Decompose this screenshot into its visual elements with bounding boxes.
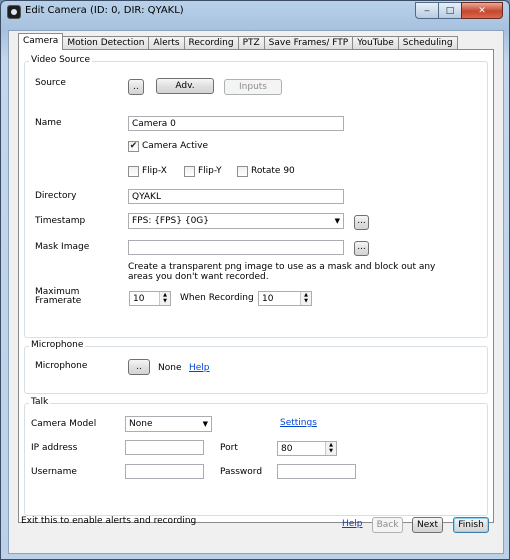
rotate-90-label: Rotate 90 [251, 166, 295, 176]
microphone-group: Microphone Microphone .. None Help [24, 340, 488, 394]
maximize-icon: □ [445, 5, 455, 16]
flip-y-label: Flip-Y [198, 166, 222, 176]
tab-motion-detection[interactable]: Motion Detection [62, 36, 150, 50]
window-controls: ‒ □ ✕ [415, 2, 503, 19]
close-icon: ✕ [478, 5, 486, 16]
name-field[interactable]: Camera 0 [128, 116, 344, 131]
dropdown-arrow-icon: ▼ [202, 420, 208, 428]
minimize-button[interactable]: ‒ [415, 2, 439, 19]
camera-active-label: Camera Active [142, 141, 209, 151]
tab-save-frames-ftp[interactable]: Save Frames/ FTP [263, 36, 354, 50]
source-browse-button[interactable]: .. [128, 79, 144, 95]
tab-youtube[interactable]: YouTube [352, 36, 399, 50]
microphone-browse-button[interactable]: .. [128, 359, 150, 375]
spinner-arrows-icon[interactable]: ▲ ▼ [300, 292, 311, 305]
tab-bar: Camera Motion Detection Alerts Recording… [18, 33, 458, 50]
mask-image-label: Mask Image [35, 242, 90, 252]
tab-scheduling[interactable]: Scheduling [397, 36, 458, 50]
adv-button[interactable]: Adv. [156, 78, 214, 94]
port-label: Port [220, 443, 238, 453]
flip-x-label: Flip-X [142, 166, 167, 176]
next-button[interactable]: Next [412, 517, 443, 533]
directory-field[interactable]: QYAKL [128, 189, 344, 204]
camera-model-value: None [129, 419, 153, 429]
max-framerate-label: Maximum Framerate [35, 287, 82, 306]
back-button[interactable]: Back [372, 517, 403, 533]
when-recording-value: 10 [262, 294, 274, 304]
checkmark-icon: ✔ [129, 141, 138, 151]
camera-active-checkbox[interactable]: ✔ [128, 141, 139, 152]
port-value: 80 [281, 444, 293, 454]
port-spinner[interactable]: 80 ▲ ▼ [277, 441, 337, 456]
camera-model-dropdown[interactable]: None ▼ [125, 416, 212, 432]
timestamp-dropdown[interactable]: FPS: {FPS} {0G} ▼ [128, 213, 344, 229]
tab-recording[interactable]: Recording [183, 36, 239, 50]
camera-tab-panel: Video Source Source .. Adv. Inputs Name … [18, 49, 494, 523]
tab-ptz[interactable]: PTZ [237, 36, 265, 50]
mask-browse-button[interactable]: ... [354, 241, 369, 256]
talk-group: Talk Camera Model None ▼ Settings IP add… [24, 397, 488, 516]
mask-image-field[interactable] [128, 240, 344, 255]
timestamp-label: Timestamp [35, 216, 86, 226]
camera-app-icon [7, 5, 21, 19]
ip-address-label: IP address [31, 443, 78, 453]
video-source-title: Video Source [29, 55, 92, 65]
dropdown-arrow-icon: ▼ [334, 217, 340, 225]
name-label: Name [35, 118, 62, 128]
rotate-90-checkbox[interactable] [237, 166, 248, 177]
ip-address-field[interactable] [125, 440, 204, 455]
video-source-group: Video Source Source .. Adv. Inputs Name … [24, 55, 488, 338]
password-label: Password [220, 467, 263, 477]
microphone-help-link[interactable]: Help [189, 363, 210, 373]
directory-label: Directory [35, 191, 77, 201]
microphone-value: None [158, 363, 182, 373]
finish-button[interactable]: Finish [453, 517, 489, 533]
timestamp-value: FPS: {FPS} {0G} [132, 216, 209, 226]
flip-y-checkbox[interactable] [184, 166, 195, 177]
title-bar[interactable]: Edit Camera (ID: 0, DIR: QYAKL) ‒ □ ✕ [1, 1, 509, 23]
spinner-arrows-icon[interactable]: ▲ ▼ [159, 292, 170, 305]
window-title: Edit Camera (ID: 0, DIR: QYAKL) [25, 5, 184, 16]
microphone-title: Microphone [29, 340, 86, 350]
when-recording-spinner[interactable]: 10 ▲ ▼ [258, 291, 312, 306]
when-recording-label: When Recording [180, 293, 254, 303]
edit-camera-window: Edit Camera (ID: 0, DIR: QYAKL) ‒ □ ✕ Ca… [0, 0, 510, 560]
max-framerate-value: 10 [133, 294, 145, 304]
footer-help-link[interactable]: Help [342, 519, 363, 529]
camera-model-label: Camera Model [31, 419, 97, 429]
timestamp-browse-button[interactable]: ... [354, 215, 369, 230]
tab-alerts[interactable]: Alerts [148, 36, 185, 50]
talk-settings-link[interactable]: Settings [280, 418, 317, 428]
dialog-client-area: Camera Motion Detection Alerts Recording… [8, 30, 504, 554]
status-text: Exit this to enable alerts and recording [21, 516, 197, 526]
minimize-icon: ‒ [424, 5, 430, 16]
flip-x-checkbox[interactable] [128, 166, 139, 177]
source-label: Source [35, 78, 66, 88]
username-field[interactable] [125, 464, 204, 479]
username-label: Username [31, 467, 77, 477]
talk-title: Talk [29, 397, 51, 407]
close-button[interactable]: ✕ [461, 2, 503, 19]
password-field[interactable] [277, 464, 356, 479]
mask-hint-text: Create a transparent png image to use as… [128, 262, 436, 282]
max-framerate-spinner[interactable]: 10 ▲ ▼ [129, 291, 171, 306]
maximize-button[interactable]: □ [438, 2, 462, 19]
spinner-arrows-icon[interactable]: ▲ ▼ [325, 442, 336, 455]
microphone-label: Microphone [35, 361, 88, 371]
tab-camera[interactable]: Camera [18, 33, 64, 50]
inputs-button[interactable]: Inputs [224, 79, 282, 95]
